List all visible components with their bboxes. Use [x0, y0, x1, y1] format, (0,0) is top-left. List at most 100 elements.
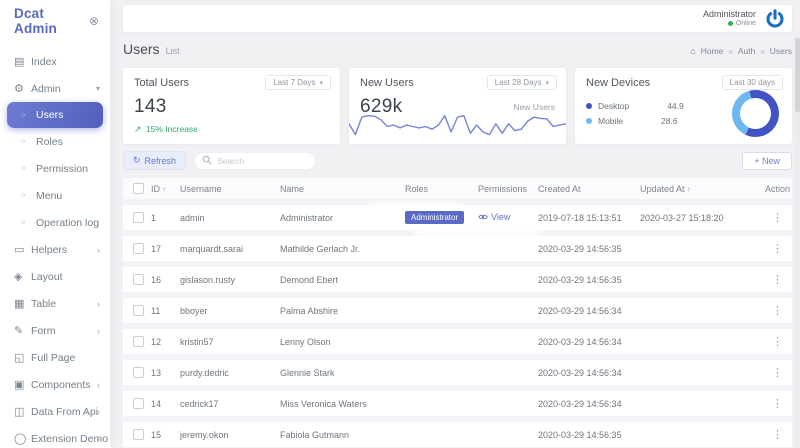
row-actions-button[interactable]: ⋮ — [772, 274, 783, 286]
dcat-admin-app: Dcat Admin ⊗ ▤ Index ⚙ Admin ▾ ○ Users ○… — [0, 0, 800, 448]
chart-icon: ▤ — [14, 55, 31, 68]
new-users-sparkline — [349, 108, 566, 144]
table-row: 12 kristin57 Lenny Olson 2020-03-29 14:5… — [123, 329, 792, 354]
column-header-name: Name — [280, 184, 405, 194]
row-checkbox[interactable] — [133, 336, 144, 347]
chevron-down-icon: ▾ — [96, 84, 100, 93]
sidebar-item-components[interactable]: ▣ Components › — [0, 371, 110, 398]
table-row: 17 marquardt.sarai Mathilde Gerlach Jr. … — [123, 236, 792, 261]
view-permissions-link[interactable]: View — [478, 212, 510, 222]
user-avatar[interactable] — [763, 7, 786, 30]
home-icon: ⌂ — [690, 46, 695, 56]
scrollbar-track[interactable] — [795, 36, 800, 448]
column-header-username: Username — [180, 184, 280, 194]
logo-row: Dcat Admin ⊗ — [0, 0, 110, 42]
refresh-button[interactable]: ↻ Refresh — [123, 151, 186, 170]
table-row: 1 admin Administrator Administrator View… — [123, 205, 792, 230]
row-actions-button[interactable]: ⋮ — [772, 243, 783, 255]
sidebar-item-operation-log[interactable]: ○ Operation log — [0, 209, 110, 236]
sidebar-item-label: Index — [31, 56, 57, 68]
row-actions-button[interactable]: ⋮ — [772, 398, 783, 410]
row-actions-button[interactable]: ⋮ — [772, 305, 783, 317]
refresh-icon: ↻ — [133, 155, 141, 166]
table-row: 11 bboyer Palma Abshire 2020-03-29 14:56… — [123, 298, 792, 323]
sort-up-icon: ↑ — [687, 185, 691, 194]
sidebar-item-label: Components — [31, 379, 91, 391]
table-header-row: ID↑ Username Name Roles Permissions Crea… — [123, 178, 792, 199]
column-header-roles: Roles — [405, 184, 478, 194]
new-button[interactable]: + New — [742, 152, 792, 170]
breadcrumb-home[interactable]: Home — [701, 46, 724, 56]
sidebar-menu: ▤ Index ⚙ Admin ▾ ○ Users ○ Roles ○ Perm… — [0, 42, 110, 448]
chevron-right-icon: › — [97, 245, 100, 255]
extension-icon: ◯ — [14, 432, 31, 445]
power-icon — [764, 8, 786, 30]
sidebar-item-table[interactable]: ▦ Table › — [0, 290, 110, 317]
row-checkbox[interactable] — [133, 429, 144, 440]
row-actions-button[interactable]: ⋮ — [772, 429, 783, 441]
legend-row-mobile: Mobile 28.6 — [586, 113, 684, 128]
row-actions-button[interactable]: ⋮ — [772, 367, 783, 379]
table-icon: ▦ — [14, 297, 31, 310]
sidebar-item-label: Admin — [31, 83, 61, 95]
total-users-value: 143 — [134, 96, 167, 118]
sidebar-item-label: Menu — [36, 190, 62, 202]
donut-hole — [740, 98, 771, 129]
circle-icon: ○ — [21, 138, 36, 145]
sidebar-item-label: Roles — [36, 136, 63, 148]
new-users-filter-button[interactable]: Last 28 Days ▾ — [487, 75, 557, 90]
total-users-filter-button[interactable]: Last 7 Days ▾ — [265, 75, 331, 90]
devices-donut-chart — [732, 90, 779, 137]
database-icon: ◫ — [14, 405, 31, 418]
row-checkbox[interactable] — [133, 398, 144, 409]
card-title: Total Users — [134, 77, 189, 89]
chevron-right-icon: › — [97, 380, 100, 390]
search-input[interactable] — [194, 152, 316, 170]
sidebar-item-permission[interactable]: ○ Permission — [0, 155, 110, 182]
column-header-id[interactable]: ID↑ — [151, 184, 180, 194]
sidebar-item-roles[interactable]: ○ Roles — [0, 128, 110, 155]
expand-icon: ◱ — [14, 351, 31, 364]
sidebar-item-helpers[interactable]: ▭ Helpers › — [0, 236, 110, 263]
sidebar-item-admin[interactable]: ⚙ Admin ▾ — [0, 75, 110, 102]
users-table: ID↑ Username Name Roles Permissions Crea… — [123, 178, 792, 448]
sidebar-item-label: Full Page — [31, 352, 75, 364]
column-header-action: Action — [763, 184, 792, 194]
breadcrumb-auth[interactable]: Auth — [738, 46, 756, 56]
row-checkbox[interactable] — [133, 212, 144, 223]
devices-legend: Desktop 44.9 Mobile 28.6 — [586, 98, 684, 128]
row-checkbox[interactable] — [133, 274, 144, 285]
user-meta: Administrator Online — [703, 9, 756, 27]
edit-icon: ✎ — [14, 324, 31, 337]
row-actions-button[interactable]: ⋮ — [772, 212, 783, 224]
select-all-checkbox[interactable] — [133, 183, 144, 194]
app-logo: Dcat Admin — [14, 6, 89, 36]
paint-icon: ◈ — [14, 270, 31, 283]
sidebar-item-full-page[interactable]: ◱ Full Page — [0, 344, 110, 371]
row-actions-button[interactable]: ⋮ — [772, 336, 783, 348]
sidebar-collapse-icon[interactable]: ⊗ — [89, 14, 99, 28]
row-checkbox[interactable] — [133, 367, 144, 378]
column-header-updated-at[interactable]: Updated At↑ — [640, 184, 763, 194]
sidebar-item-index[interactable]: ▤ Index — [0, 48, 110, 75]
page-subtitle: List — [166, 46, 180, 56]
sidebar-item-extension-demo[interactable]: ◯ Extension Demo › — [0, 425, 110, 448]
sidebar-item-form[interactable]: ✎ Form › — [0, 317, 110, 344]
circle-icon: ○ — [21, 219, 36, 226]
breadcrumb-users: Users — [770, 46, 792, 56]
sidebar-item-label: Permission — [36, 163, 88, 175]
sidebar-item-label: Form — [31, 325, 56, 337]
sidebar-item-layout[interactable]: ◈ Layout — [0, 263, 110, 290]
row-checkbox[interactable] — [133, 305, 144, 316]
top-navbar: Administrator Online — [123, 5, 792, 32]
circle-icon: ○ — [21, 165, 36, 172]
sidebar-item-data-from-api[interactable]: ◫ Data From Api › — [0, 398, 110, 425]
search-icon — [202, 155, 212, 165]
row-checkbox[interactable] — [133, 243, 144, 254]
new-devices-filter-button[interactable]: Last 30 days — [722, 75, 783, 90]
table-row: 16 gislason.rusty Demond Ebert 2020-03-2… — [123, 267, 792, 292]
scrollbar-thumb[interactable] — [795, 38, 800, 112]
card-title: New Users — [360, 77, 414, 89]
sidebar-item-users[interactable]: ○ Users — [7, 102, 103, 128]
sidebar-item-menu[interactable]: ○ Menu — [0, 182, 110, 209]
